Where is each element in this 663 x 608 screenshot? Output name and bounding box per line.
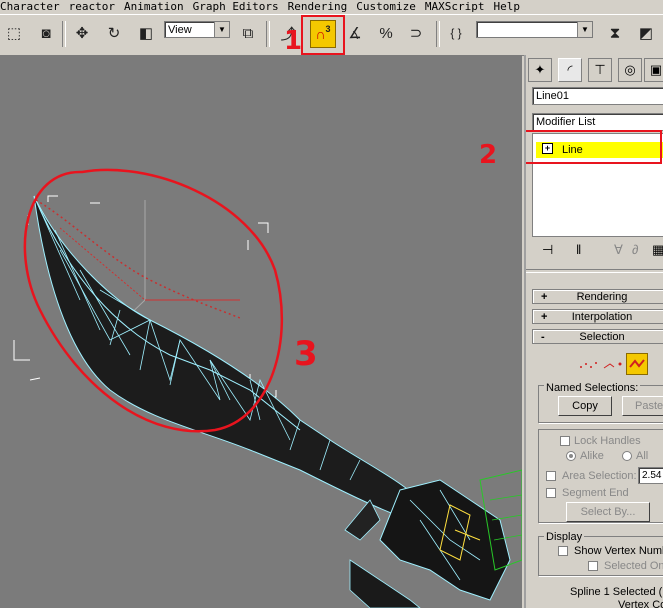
display-tab-icon[interactable]: ▣ [644,58,663,82]
modify-tab-icon[interactable]: ◜ [558,58,582,82]
configure-modifier-sets-icon[interactable]: ▦ [652,243,663,256]
segment-end-label: Segment End [562,487,629,499]
vertex-level-button[interactable] [578,355,602,375]
toolbar-divider [62,21,66,47]
motion-tab-icon[interactable]: ◎ [618,58,642,82]
create-tab-icon[interactable]: ✦ [528,58,552,82]
chevron-down-icon: ▼ [577,22,592,37]
selection-status-line1: Spline 1 Selected ( [570,586,663,598]
pin-stack-icon[interactable]: ⊣ [542,243,553,256]
menu-character[interactable]: Character [0,0,60,13]
copy-button[interactable]: Copy [558,396,612,416]
select-object-icon[interactable]: ◙ [34,20,58,46]
spline-level-icon [629,359,645,368]
panel-divider [526,269,663,273]
annotation-box-2 [526,130,662,164]
hierarchy-tab-icon[interactable]: ⊤ [588,58,612,82]
menu-maxscript[interactable]: MAXScript [425,0,485,13]
align-icon[interactable]: ◩ [634,20,658,46]
selected-only-checkbox[interactable] [588,561,598,571]
move-icon[interactable]: ✥ [70,20,94,46]
lock-handles-label: Lock Handles [574,435,641,447]
segment-level-icon [603,362,622,369]
menu-help[interactable]: Help [494,0,521,13]
alike-label: Alike [580,450,604,462]
display-label: Display [544,531,585,543]
scale-icon[interactable]: ◧ [134,20,158,46]
show-end-result-icon[interactable]: ‖ [576,243,581,256]
make-unique-icon[interactable]: ∀ [614,243,623,256]
area-selection-spinner[interactable]: 2.54 [638,467,663,484]
angle-snap-icon[interactable]: ∡ [343,20,367,46]
menu-reactor[interactable]: reactor [69,0,115,13]
menu-bar: Character reactor Animation Graph Editors Re… [0,0,663,14]
area-selection-label: Area Selection: [562,470,637,482]
paste-button[interactable]: Paste [622,396,663,416]
viewport-scene [13,168,522,608]
all-label: All [636,450,649,462]
spline-level-button[interactable] [626,353,648,375]
perspective-viewport[interactable] [0,55,522,608]
modifier-list-dropdown[interactable]: Modifier List [532,113,663,131]
area-selection-checkbox[interactable] [546,471,556,481]
spinner-snap-icon[interactable]: ⊃ [404,20,428,46]
segment-level-button[interactable] [602,355,626,375]
selected-only-label: Selected On [604,560,663,572]
selection-status-line2: Vertex Co [618,599,663,608]
lock-handles-checkbox[interactable] [560,436,570,446]
chevron-down-icon: ▼ [214,22,229,37]
named-selection-icon[interactable]: { } [444,20,468,46]
show-vertex-numbers-label: Show Vertex Numb [574,545,663,557]
toolbar-divider [266,21,270,47]
segment-end-checkbox[interactable] [546,488,556,498]
select-region-icon[interactable]: ⬚ [2,20,26,46]
rollout-rendering-label: Rendering [576,291,628,303]
percent-snap-icon[interactable]: % [374,20,398,46]
vertex-level-icon [580,362,597,368]
annotation-number-3: 3 [294,334,318,374]
alike-radio[interactable] [566,451,576,461]
reference-coordinate-value: View [168,24,192,36]
object-name-field[interactable]: Line01 [532,87,663,105]
rollout-selection[interactable]: - Selection [532,329,663,344]
toolbar-divider [436,21,440,47]
rollout-selection-label: Selection [579,331,625,343]
menu-customize[interactable]: Customize [356,0,416,13]
command-panel: ✦ ◜ ⊤ ◎ ▣ Line01 Modifier List + Line ⊣ … [524,55,663,608]
annotation-number-2: 2 [479,140,498,170]
rollout-interpolation[interactable]: + Interpolation [532,309,663,324]
menu-animation[interactable]: Animation [124,0,184,13]
sword-mesh [33,195,522,608]
rotate-icon[interactable]: ↻ [102,20,126,46]
pivot-center-icon[interactable]: ⧉ [236,20,260,46]
menu-graph-editors[interactable]: Graph Editors [193,0,279,13]
stack-toolbar: ⊣ ‖ ∀ ∂ ▦ [532,241,663,261]
remove-modifier-icon[interactable]: ∂ [632,243,638,256]
rollout-rendering[interactable]: + Rendering [532,289,663,304]
rollout-interpolation-label: Interpolation [571,311,633,323]
annotation-number-1: 1 [284,26,303,56]
annotation-box-1 [301,15,345,55]
select-by-button[interactable]: Select By... [566,502,650,522]
named-selection-dropdown[interactable]: ▼ [476,21,593,38]
mirror-icon[interactable]: ⧗ [603,20,627,46]
named-selections-label: Named Selections: [544,382,641,394]
all-radio[interactable] [622,451,632,461]
reference-coordinate-dropdown[interactable]: View ▼ [164,21,230,38]
menu-rendering[interactable]: Rendering [288,0,348,13]
show-vertex-numbers-checkbox[interactable] [558,546,568,556]
